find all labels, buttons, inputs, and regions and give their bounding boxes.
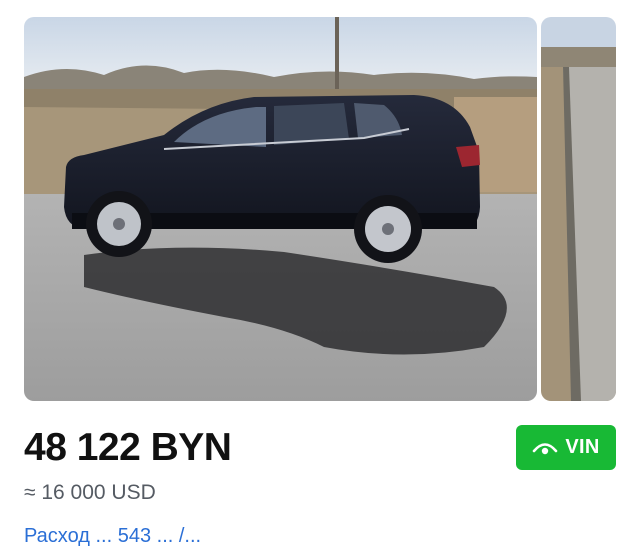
price-byn: 48 122 BYN (24, 426, 232, 469)
price-usd: ≈ 16 000 USD (24, 481, 156, 504)
road-photo[interactable] (541, 17, 616, 401)
eye-check-icon (533, 442, 558, 454)
photo-gallery[interactable] (0, 0, 640, 410)
car-photo[interactable] (24, 17, 537, 401)
vin-label: VIN (565, 436, 600, 458)
vin-button[interactable]: VIN (516, 425, 616, 470)
car-photo-image (24, 17, 537, 401)
road-photo-image (541, 17, 616, 401)
partial-link[interactable]: Расход ... 543 ... /... (24, 524, 201, 548)
